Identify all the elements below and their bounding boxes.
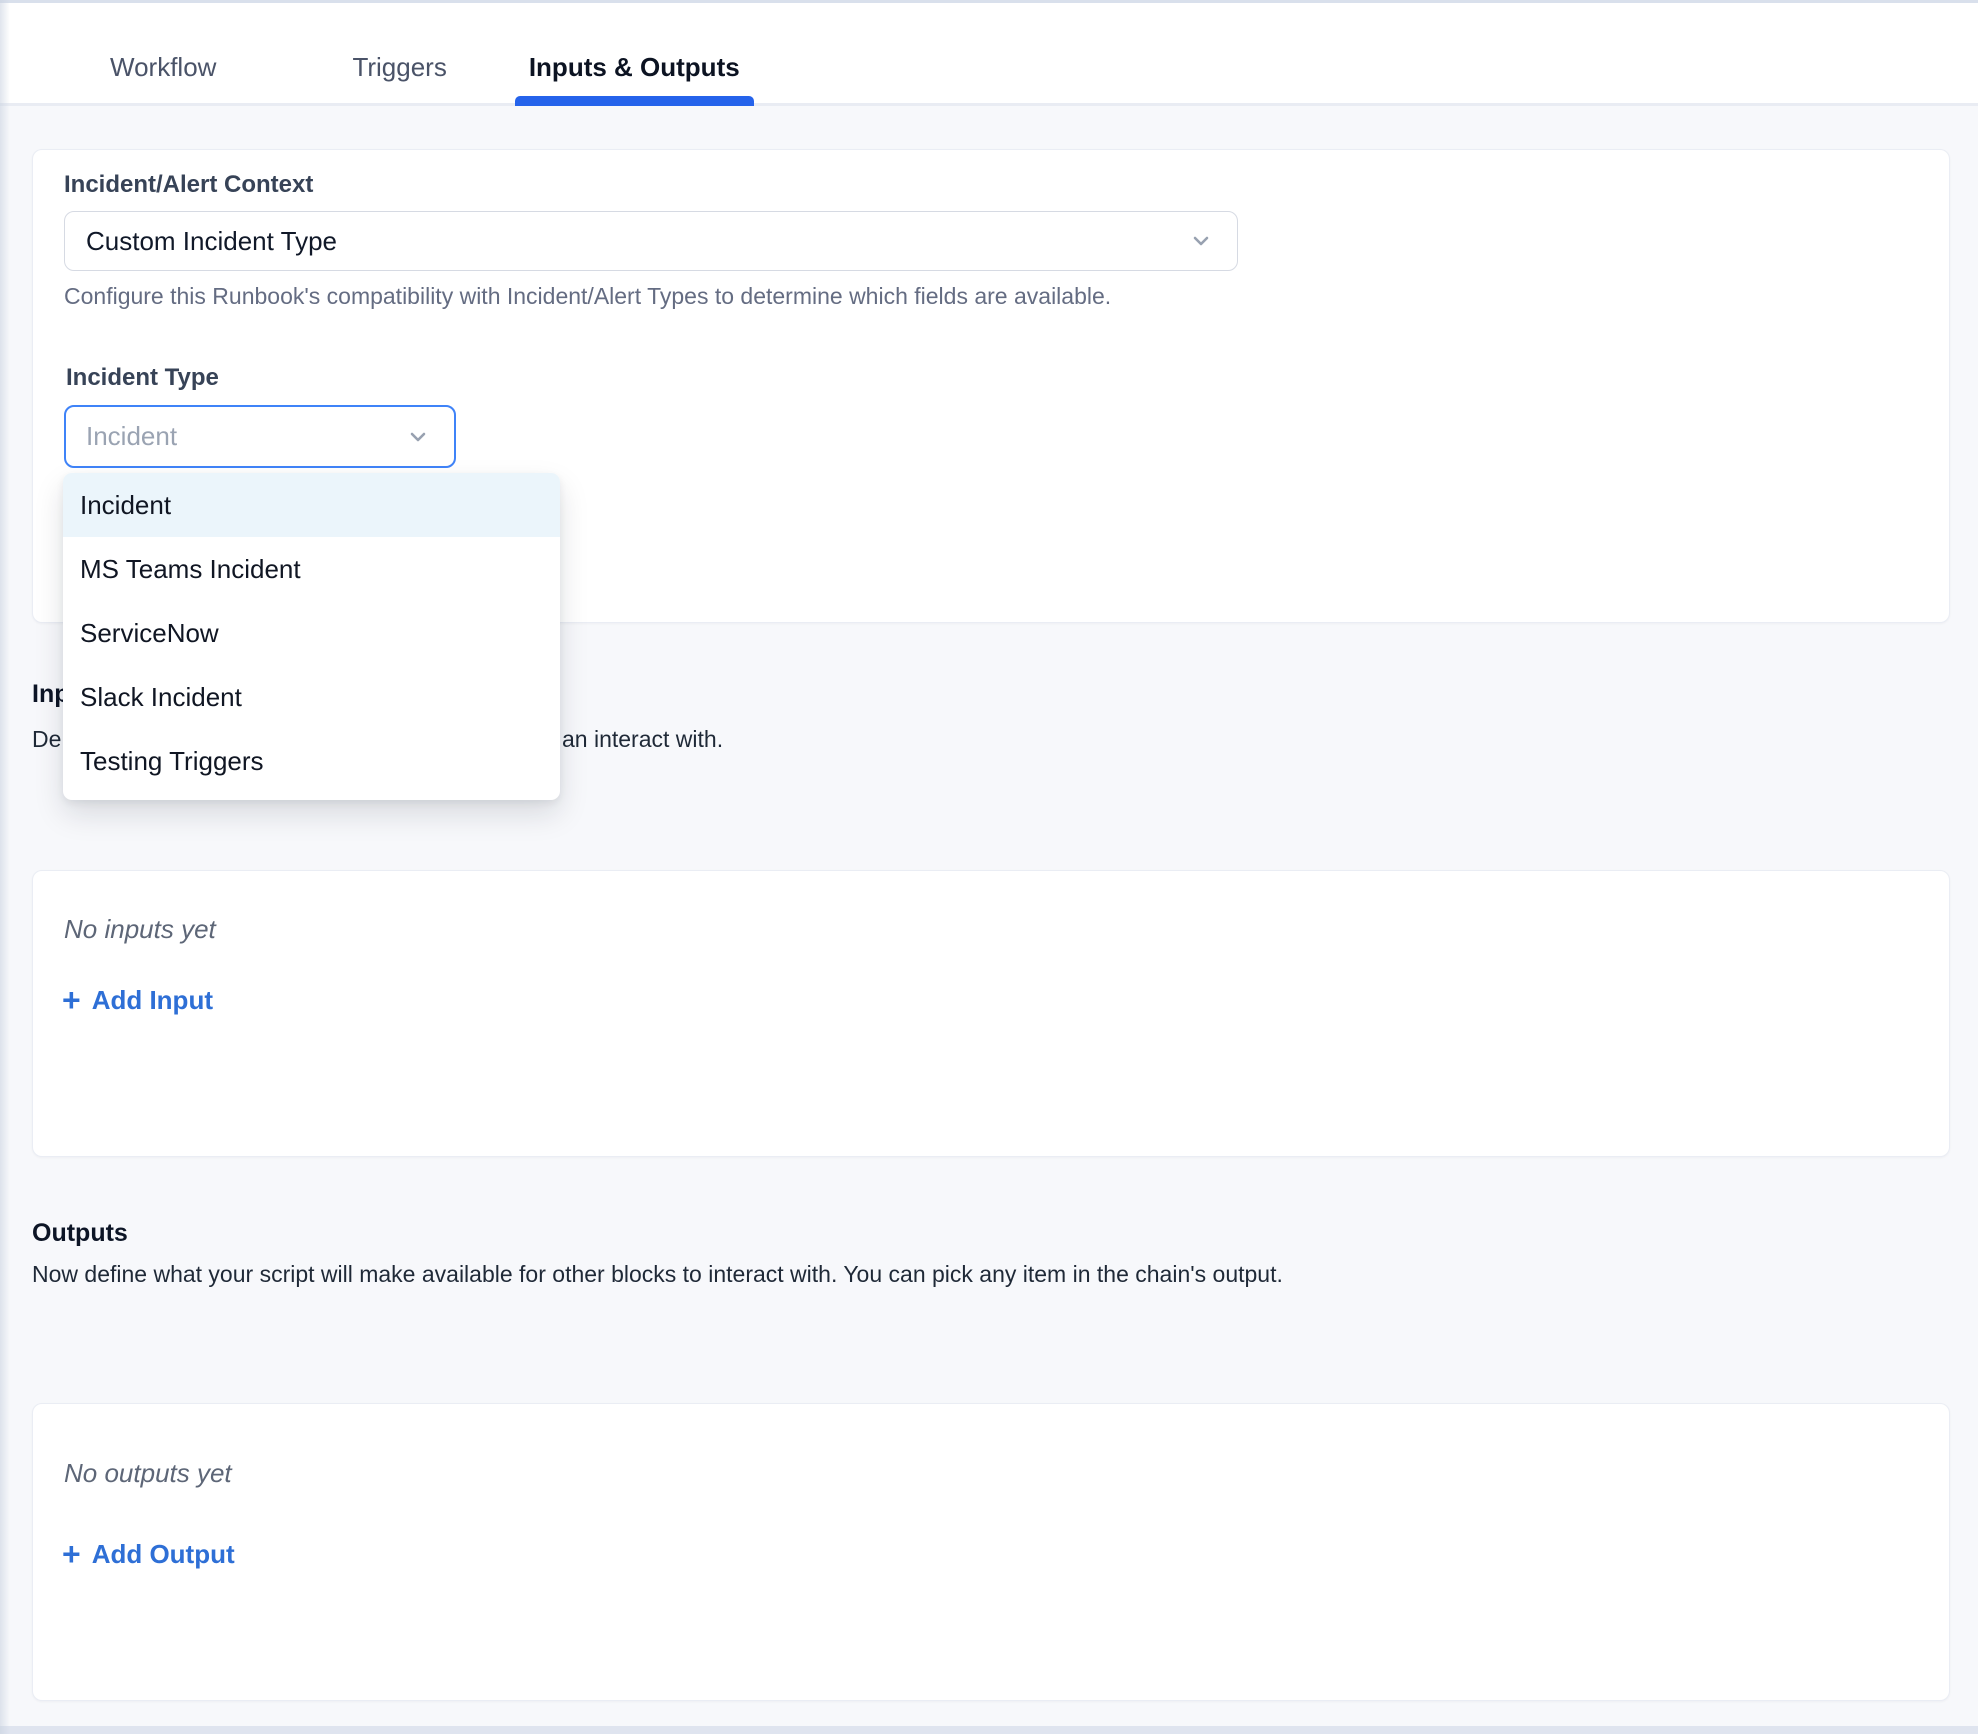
bottom-border-strip <box>0 1726 1978 1734</box>
add-input-label: Add Input <box>92 985 213 1016</box>
no-inputs-text: No inputs yet <box>64 914 216 945</box>
incident-type-combobox[interactable]: Incident <box>64 405 456 468</box>
active-tab-underline <box>515 96 754 106</box>
inputs-description-fragment-left: De <box>32 726 61 753</box>
dropdown-option-incident[interactable]: Incident <box>63 473 560 537</box>
dropdown-option-slack-incident[interactable]: Slack Incident <box>63 665 560 729</box>
add-output-button[interactable]: + Add Output <box>62 1538 235 1570</box>
dropdown-option-testing-triggers[interactable]: Testing Triggers <box>63 729 560 793</box>
incident-type-label: Incident Type <box>66 364 219 392</box>
plus-icon: + <box>62 1538 81 1570</box>
incident-alert-context-label: Incident/Alert Context <box>64 171 313 199</box>
dropdown-option-servicenow[interactable]: ServiceNow <box>63 601 560 665</box>
plus-icon: + <box>62 984 81 1016</box>
incident-type-placeholder: Incident <box>66 421 177 452</box>
context-help-text: Configure this Runbook's compatibility w… <box>64 283 1764 310</box>
selected-context-value: Custom Incident Type <box>65 226 337 257</box>
tab-bar: Workflow Triggers Inputs & Outputs <box>0 3 1978 106</box>
runbook-config-page: Workflow Triggers Inputs & Outputs Incid… <box>0 0 1978 1734</box>
outputs-description: Now define what your script will make av… <box>32 1261 1912 1288</box>
incident-context-select[interactable]: Custom Incident Type <box>64 211 1238 271</box>
tab-workflow[interactable]: Workflow <box>96 52 230 83</box>
top-border-strip <box>0 0 1978 3</box>
outputs-card: No outputs yet + Add Output <box>32 1403 1950 1701</box>
tab-triggers[interactable]: Triggers <box>338 52 460 83</box>
add-output-label: Add Output <box>92 1539 235 1570</box>
add-input-button[interactable]: + Add Input <box>62 984 213 1016</box>
chevron-down-icon <box>1187 227 1215 255</box>
tab-inputs-outputs[interactable]: Inputs & Outputs <box>515 52 754 83</box>
chevron-down-icon <box>404 423 432 451</box>
left-edge-shadow <box>0 0 10 1734</box>
inputs-card: No inputs yet + Add Input <box>32 870 1950 1157</box>
no-outputs-text: No outputs yet <box>64 1458 232 1489</box>
outputs-heading: Outputs <box>32 1219 128 1248</box>
inputs-description-fragment-right: an interact with. <box>562 726 723 753</box>
dropdown-option-ms-teams-incident[interactable]: MS Teams Incident <box>63 537 560 601</box>
tab-inputs-outputs-label: Inputs & Outputs <box>529 52 740 82</box>
incident-type-dropdown-menu: Incident MS Teams Incident ServiceNow Sl… <box>63 473 560 800</box>
